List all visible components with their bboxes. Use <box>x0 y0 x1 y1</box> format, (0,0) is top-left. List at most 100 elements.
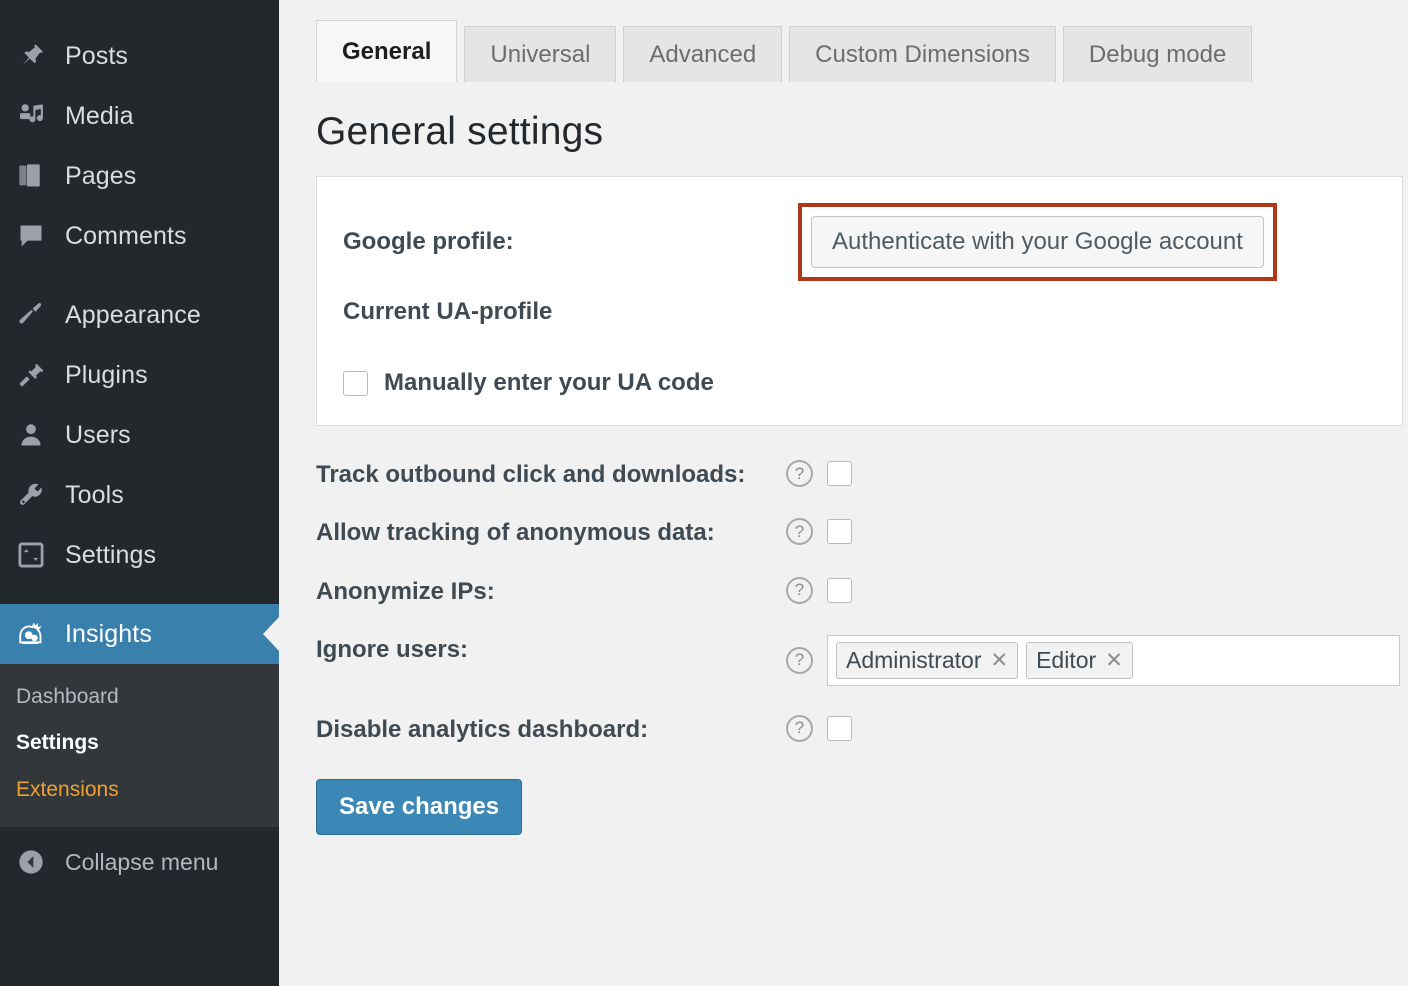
anonymous-data-checkbox[interactable] <box>827 519 852 544</box>
anonymous-data-control: ? <box>786 516 852 545</box>
track-outbound-checkbox[interactable] <box>827 461 852 486</box>
help-icon[interactable]: ? <box>786 577 813 604</box>
sidebar-item-appearance[interactable]: Appearance <box>0 285 279 345</box>
anonymous-data-label: Allow tracking of anonymous data: <box>316 516 786 547</box>
chevron-left-circle-icon <box>14 845 48 879</box>
tab-general[interactable]: General <box>316 20 457 82</box>
setting-row-disable-dashboard: Disable analytics dashboard: ? <box>316 713 1408 744</box>
sliders-icon <box>14 538 48 572</box>
sidebar-item-label: Plugins <box>65 361 148 390</box>
admin-sidebar: Posts Media Pages <box>0 0 279 986</box>
tag-label: Editor <box>1036 647 1096 674</box>
anonymize-ips-control: ? <box>786 575 852 604</box>
tab-label: Advanced <box>649 41 756 69</box>
tab-custom-dimensions[interactable]: Custom Dimensions <box>789 26 1056 82</box>
google-profile-row: Google profile: Authenticate with your G… <box>343 203 1402 281</box>
insights-submenu: Dashboard Settings Extensions <box>0 664 279 827</box>
ignore-users-control: ? Administrator ✕ Editor ✕ <box>786 633 1400 686</box>
manual-ua-row: Manually enter your UA code <box>343 369 1402 397</box>
sidebar-item-label: Pages <box>65 162 136 191</box>
setting-row-anonymous-data: Allow tracking of anonymous data: ? <box>316 516 1408 547</box>
track-outbound-control: ? <box>786 458 852 487</box>
save-changes-button[interactable]: Save changes <box>316 779 522 835</box>
help-icon[interactable]: ? <box>786 518 813 545</box>
setting-row-ignore-users: Ignore users: ? Administrator ✕ Editor ✕ <box>316 633 1408 686</box>
page-title: General settings <box>316 110 1408 154</box>
tab-label: Custom Dimensions <box>815 41 1030 69</box>
pages-icon <box>14 159 48 193</box>
remove-tag-icon[interactable]: ✕ <box>990 648 1008 673</box>
sidebar-item-label: Settings <box>65 541 156 570</box>
ignore-users-input[interactable]: Administrator ✕ Editor ✕ <box>827 635 1400 686</box>
tab-label: Debug mode <box>1089 41 1226 69</box>
sidebar-item-label: Comments <box>65 222 187 251</box>
sidebar-item-label: Media <box>65 102 134 131</box>
submenu-item-label: Settings <box>16 731 99 754</box>
submenu-item-extensions[interactable]: Extensions <box>0 767 279 813</box>
help-icon[interactable]: ? <box>786 647 813 674</box>
wrench-icon <box>14 478 48 512</box>
monsterinsights-icon <box>14 617 48 651</box>
sidebar-item-tools[interactable]: Tools <box>0 465 279 525</box>
pin-icon <box>14 39 48 73</box>
paintbrush-icon <box>14 298 48 332</box>
google-profile-card: Google profile: Authenticate with your G… <box>316 176 1403 426</box>
sidebar-item-settings[interactable]: Settings <box>0 525 279 585</box>
submenu-item-settings[interactable]: Settings <box>0 720 279 766</box>
sidebar-item-posts[interactable]: Posts <box>0 26 279 86</box>
comment-icon <box>14 219 48 253</box>
tab-label: Universal <box>490 41 590 69</box>
main-content: General Universal Advanced Custom Dimens… <box>279 0 1408 986</box>
help-icon[interactable]: ? <box>786 460 813 487</box>
setting-row-track-outbound: Track outbound click and downloads: ? <box>316 458 1408 489</box>
help-icon[interactable]: ? <box>786 715 813 742</box>
active-menu-arrow <box>263 617 279 651</box>
anonymize-ips-label: Anonymize IPs: <box>316 575 786 606</box>
authenticate-highlight: Authenticate with your Google account <box>798 203 1277 281</box>
manual-ua-checkbox[interactable] <box>343 371 368 396</box>
remove-tag-icon[interactable]: ✕ <box>1105 648 1123 673</box>
disable-dashboard-control: ? <box>786 713 852 742</box>
sidebar-item-label: Appearance <box>65 301 201 330</box>
sidebar-item-comments[interactable]: Comments <box>0 206 279 266</box>
tab-debug-mode[interactable]: Debug mode <box>1063 26 1252 82</box>
ignore-users-label: Ignore users: <box>316 633 786 664</box>
submenu-item-label: Dashboard <box>16 685 119 708</box>
manual-ua-label: Manually enter your UA code <box>384 369 714 397</box>
collapse-menu-button[interactable]: Collapse menu <box>0 827 279 897</box>
track-outbound-label: Track outbound click and downloads: <box>316 458 786 489</box>
tag-administrator[interactable]: Administrator ✕ <box>836 642 1018 679</box>
sidebar-item-label: Users <box>65 421 131 450</box>
tag-editor[interactable]: Editor ✕ <box>1026 642 1133 679</box>
disable-dashboard-label: Disable analytics dashboard: <box>316 713 786 744</box>
google-profile-label: Google profile: <box>343 228 798 256</box>
user-icon <box>14 418 48 452</box>
tab-universal[interactable]: Universal <box>464 26 616 82</box>
collapse-menu-label: Collapse menu <box>65 849 218 876</box>
sidebar-item-label: Insights <box>65 620 152 649</box>
submenu-item-label: Extensions <box>16 778 119 801</box>
sidebar-item-pages[interactable]: Pages <box>0 146 279 206</box>
current-ua-profile-row: Current UA-profile <box>343 281 1402 343</box>
tab-label: General <box>342 38 431 66</box>
sidebar-item-users[interactable]: Users <box>0 405 279 465</box>
settings-tabs: General Universal Advanced Custom Dimens… <box>316 20 1408 82</box>
tab-advanced[interactable]: Advanced <box>623 26 782 82</box>
wordpress-admin-screen: Posts Media Pages <box>0 0 1408 986</box>
plug-icon <box>14 358 48 392</box>
authenticate-google-button[interactable]: Authenticate with your Google account <box>811 216 1264 268</box>
sidebar-item-label: Posts <box>65 42 128 71</box>
submenu-item-dashboard[interactable]: Dashboard <box>0 674 279 720</box>
sidebar-item-insights[interactable]: Insights <box>0 604 279 664</box>
setting-row-anonymize-ips: Anonymize IPs: ? <box>316 575 1408 606</box>
sidebar-divider-1 <box>0 266 279 285</box>
disable-dashboard-checkbox[interactable] <box>827 716 852 741</box>
sidebar-item-media[interactable]: Media <box>0 86 279 146</box>
sidebar-item-plugins[interactable]: Plugins <box>0 345 279 405</box>
media-icon <box>14 99 48 133</box>
current-ua-profile-label: Current UA-profile <box>343 298 798 326</box>
anonymize-ips-checkbox[interactable] <box>827 578 852 603</box>
tag-label: Administrator <box>846 647 981 674</box>
sidebar-item-label: Tools <box>65 481 124 510</box>
sidebar-divider-2 <box>0 585 279 604</box>
